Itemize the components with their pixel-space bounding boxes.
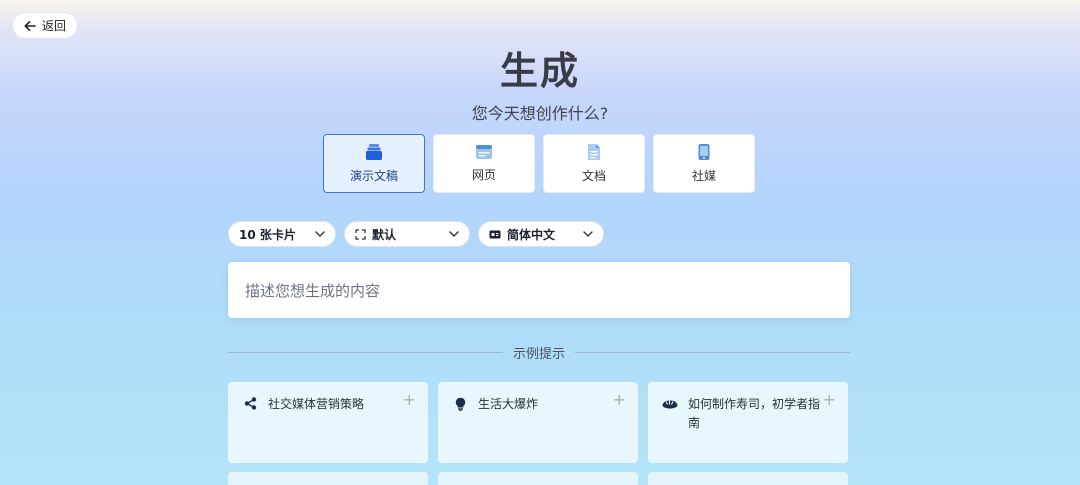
webpage-icon [475,144,493,160]
type-social-label: 社媒 [691,169,716,183]
type-social-card[interactable]: 社媒 [653,134,755,193]
example-list: 社交媒体营销策略 + 生活大爆炸 + 如何制作寿司，初学者指南 + [228,382,848,463]
language-icon [489,230,501,239]
divider-line-left [228,351,503,353]
plus-icon[interactable]: + [823,392,836,408]
examples-divider: 示例提示 [228,343,851,362]
language-select[interactable]: 简体中文 [478,221,604,247]
example-text: 社交媒体营销策略 [268,397,365,411]
examples-heading: 示例提示 [513,346,566,362]
example-text: 如何制作寿司，初学者指南 [688,397,821,430]
page-title: 生成 [499,49,580,93]
back-button[interactable]: 返回 [12,12,78,39]
example-card-sushi-guide[interactable]: 如何制作寿司，初学者指南 + [648,382,848,463]
lightbulb-icon [452,395,468,411]
example-card-social-marketing[interactable]: 社交媒体营销策略 + [228,382,428,463]
page-subtitle: 您今天想创作什么? [471,104,609,123]
frame-icon [355,228,366,240]
type-webpage-card[interactable]: 网页 [433,134,535,193]
back-button-label: 返回 [41,19,66,33]
social-media-icon [697,143,711,161]
type-document-label: 文档 [581,169,606,183]
theme-value: 默认 [372,227,397,242]
example-list-row-2 [228,472,848,485]
arrow-left-icon [24,20,36,32]
chevron-down-icon [583,231,593,237]
plus-icon[interactable]: + [613,392,626,408]
example-card[interactable] [438,472,638,485]
chevron-down-icon [449,231,459,237]
prompt-input[interactable]: 描述您想生成的内容 [228,262,850,318]
example-card[interactable] [228,472,428,485]
card-count-value: 10 张卡片 [239,227,296,242]
options-bar: 10 张卡片 默认 简体中文 [228,221,604,247]
example-card[interactable] [648,472,848,485]
presentation-icon [365,143,383,161]
type-webpage-label: 网页 [471,168,496,182]
language-value: 简体中文 [507,227,556,242]
plus-icon[interactable]: + [403,392,416,408]
share-icon [242,395,258,410]
prompt-placeholder: 描述您想生成的内容 [245,281,381,300]
type-document-card[interactable]: 文档 [543,134,645,193]
divider-line-right [575,351,851,353]
type-presentation-card[interactable]: 演示文稿 [323,134,425,193]
document-icon [587,143,601,161]
theme-select[interactable]: 默认 [344,221,470,247]
chevron-down-icon [315,231,325,237]
card-count-select[interactable]: 10 张卡片 [228,221,336,247]
type-presentation-label: 演示文稿 [349,169,398,183]
content-type-selector: 演示文稿 网页 文档 社媒 [323,134,755,193]
example-text: 生活大爆炸 [478,397,539,411]
sushi-icon [662,395,678,409]
example-card-big-bang-theory[interactable]: 生活大爆炸 + [438,382,638,463]
